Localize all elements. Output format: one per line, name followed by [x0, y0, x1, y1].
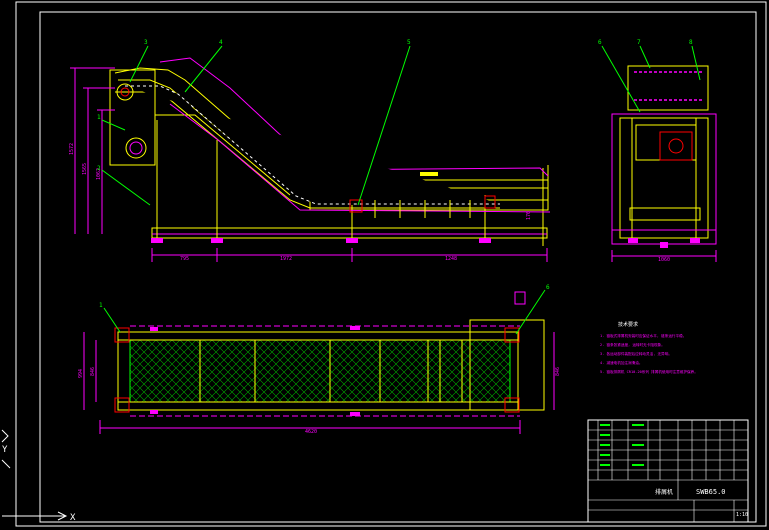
note-item-5: 5. 链板排屑机 CR10-20系列 排屑机使用时注意维护保养。: [600, 369, 698, 374]
plan-mesh-belt: [129, 339, 511, 403]
side-balloon-2: 2: [97, 165, 101, 172]
side-dim-v2: 1565: [82, 163, 88, 175]
plan-dim-left-2: 846: [90, 367, 96, 376]
end-foot-left: [628, 238, 638, 243]
plan-dim-right: 846: [555, 367, 561, 376]
side-dim-h1: 795: [180, 256, 189, 262]
notes-heading: 技术要求: [618, 321, 638, 328]
ucs-x-label: X: [70, 513, 76, 523]
end-balloon-7: 7: [637, 39, 641, 46]
end-foot-right: [690, 238, 700, 243]
side-dim-h3: 1248: [445, 256, 457, 262]
side-balloon-1: 1: [97, 114, 101, 121]
title-block-scale: 1:10: [736, 512, 748, 518]
ucs-y-label: Y: [2, 445, 8, 455]
plan-balloon-6: 6: [546, 284, 550, 291]
plan-dim-bottom: 4620: [305, 429, 317, 435]
end-dim-bottom: 1060: [658, 257, 670, 263]
side-balloon-4: 4: [219, 39, 223, 46]
side-dim-v1: 1572: [69, 143, 75, 155]
title-block-code: SWB65.0: [696, 488, 726, 496]
end-balloon-6: 6: [598, 39, 602, 46]
cad-drawing-canvas[interactable]: 1572 1565 1062 795 1972 1248 170 3 4 5 1…: [0, 0, 769, 530]
plan-dim-left-1: 994: [78, 369, 84, 378]
side-balloon-3: 3: [144, 39, 148, 46]
note-item-3: 3. 各运动部件装配后应转动灵活, 无异响。: [600, 351, 672, 356]
side-dim-h2: 1972: [280, 256, 292, 262]
drawing-background: [0, 0, 769, 530]
title-block-name: 排屑机: [655, 488, 673, 496]
end-foot-mid: [660, 242, 668, 248]
end-balloon-8: 8: [689, 39, 693, 46]
note-item-4: 4. 减速电机加注润滑油。: [600, 360, 642, 365]
side-dim-small: 170: [526, 211, 532, 220]
note-item-1: 1. 链板式排屑机安装时应保证水平, 链条运行平稳。: [600, 333, 686, 338]
note-item-2: 2. 链条张紧适度, 运转时无卡阻现象。: [600, 342, 665, 347]
side-balloon-5: 5: [407, 39, 411, 46]
side-top-bracket: [420, 172, 438, 176]
plan-balloon-1: 1: [99, 302, 103, 309]
